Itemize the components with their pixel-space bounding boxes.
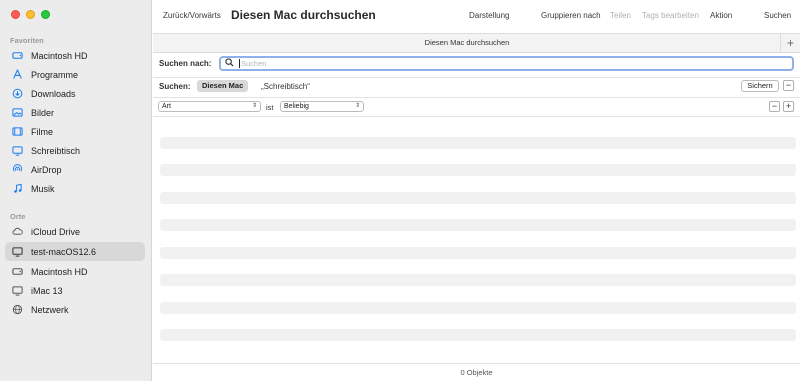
zoom-window-button[interactable] [41,10,50,19]
empty-row [160,164,796,176]
empty-row [160,302,796,314]
sidebar-item-musik[interactable]: Musik [5,179,145,198]
text-caret [239,59,240,68]
sidebar: Favoriten Macintosh HD Programme Downloa… [0,0,152,381]
back-forward-button[interactable]: Zurück/Vorwärts [163,11,221,20]
sidebar-item-macintosh-hd-2[interactable]: Macintosh HD [5,262,145,281]
search-button[interactable]: Suchen [764,11,791,20]
sidebar-item-label: Downloads [31,88,76,99]
search-label: Suchen nach: [159,59,212,68]
sidebar-item-label: Schreibtisch [31,145,81,156]
sidebar-item-schreibtisch[interactable]: Schreibtisch [5,141,145,160]
sidebar-item-airdrop[interactable]: AirDrop [5,160,145,179]
sidebar-item-label: iMac 13 [31,285,63,296]
movies-icon [12,126,23,137]
share-button[interactable]: Teilen [610,11,631,20]
hard-drive-icon [12,266,23,277]
status-bar: 0 Objekte [153,363,800,381]
sidebar-item-bilder[interactable]: Bilder [5,103,145,122]
hard-drive-icon [12,50,23,61]
applications-icon [12,69,23,80]
empty-row [160,247,796,259]
sidebar-item-label: test-macOS12.6 [31,246,97,257]
sidebar-item-macintosh-hd[interactable]: Macintosh HD [5,46,145,65]
attribute-popup[interactable]: Art ⇕ [158,101,261,112]
desktop-icon [12,145,23,156]
empty-row [160,329,796,341]
computer-icon [12,246,23,257]
window-controls [11,10,50,19]
action-button[interactable]: Aktion [710,11,732,20]
results-list [153,116,800,344]
operator-label: ist [266,103,274,112]
network-icon [12,304,23,315]
view-button[interactable]: Darstellung [469,11,509,20]
tab-bar: Diesen Mac durchsuchen + [153,33,800,53]
close-window-button[interactable] [11,10,20,19]
chevron-updown-icon: ⇕ [251,103,257,109]
remove-scope-button[interactable]: − [783,80,794,91]
computer-icon [12,285,23,296]
empty-row [160,137,796,149]
sidebar-item-label: Filme [31,126,53,137]
edit-tags-button[interactable]: Tags bearbeiten [642,11,699,20]
sidebar-item-filme[interactable]: Filme [5,122,145,141]
value-text: Beliebig [284,103,309,110]
sidebar-section-places: Orte [10,212,26,221]
empty-row [160,192,796,204]
sidebar-item-label: Macintosh HD [31,266,88,277]
add-criterion-button[interactable]: + [783,101,794,112]
sidebar-item-programme[interactable]: Programme [5,65,145,84]
sidebar-item-downloads[interactable]: Downloads [5,84,145,103]
search-icon [225,58,234,69]
sidebar-item-label: AirDrop [31,164,62,175]
search-row: Suchen nach: Suchen [153,54,800,74]
sidebar-item-test-macos[interactable]: test-macOS12.6 [5,242,145,261]
tab-search-this-mac[interactable]: Diesen Mac durchsuchen [153,38,781,47]
remove-criterion-button[interactable]: − [769,101,780,112]
sidebar-item-icloud-drive[interactable]: iCloud Drive [5,222,145,241]
toolbar: Zurück/Vorwärts Diesen Mac durchsuchen D… [153,0,800,33]
new-tab-button[interactable]: + [780,34,800,52]
criteria-row: Art ⇕ ist Beliebig ⇕ − + [153,97,800,115]
sidebar-item-label: Netzwerk [31,304,69,315]
sidebar-item-label: Musik [31,183,55,194]
save-search-button[interactable]: Sichern [741,80,779,92]
search-placeholder: Suchen [241,59,267,68]
music-icon [12,183,23,194]
scope-this-mac[interactable]: Diesen Mac [197,80,249,92]
sidebar-section-favorites: Favoriten [10,36,44,45]
scope-row: Suchen: Diesen Mac „Schreibtisch“ Sicher… [153,77,800,95]
chevron-updown-icon: ⇕ [354,103,360,109]
sidebar-item-label: Programme [31,69,79,80]
empty-row [160,219,796,231]
scope-label: Suchen: [159,82,191,91]
search-input[interactable]: Suchen [219,56,794,71]
airdrop-icon [12,164,23,175]
minimize-window-button[interactable] [26,10,35,19]
download-icon [12,88,23,99]
window-title: Diesen Mac durchsuchen [231,8,376,22]
sidebar-item-netzwerk[interactable]: Netzwerk [5,300,145,319]
value-popup[interactable]: Beliebig ⇕ [280,101,364,112]
cloud-icon [12,226,23,237]
empty-row [160,274,796,286]
attribute-value: Art [162,103,171,110]
scope-desktop[interactable]: „Schreibtisch“ [261,82,310,91]
group-by-button[interactable]: Gruppieren nach [541,11,601,20]
sidebar-item-label: Macintosh HD [31,50,88,61]
sidebar-item-label: Bilder [31,107,55,118]
sidebar-item-label: iCloud Drive [31,226,81,237]
photos-icon [12,107,23,118]
sidebar-item-imac-13[interactable]: iMac 13 [5,281,145,300]
